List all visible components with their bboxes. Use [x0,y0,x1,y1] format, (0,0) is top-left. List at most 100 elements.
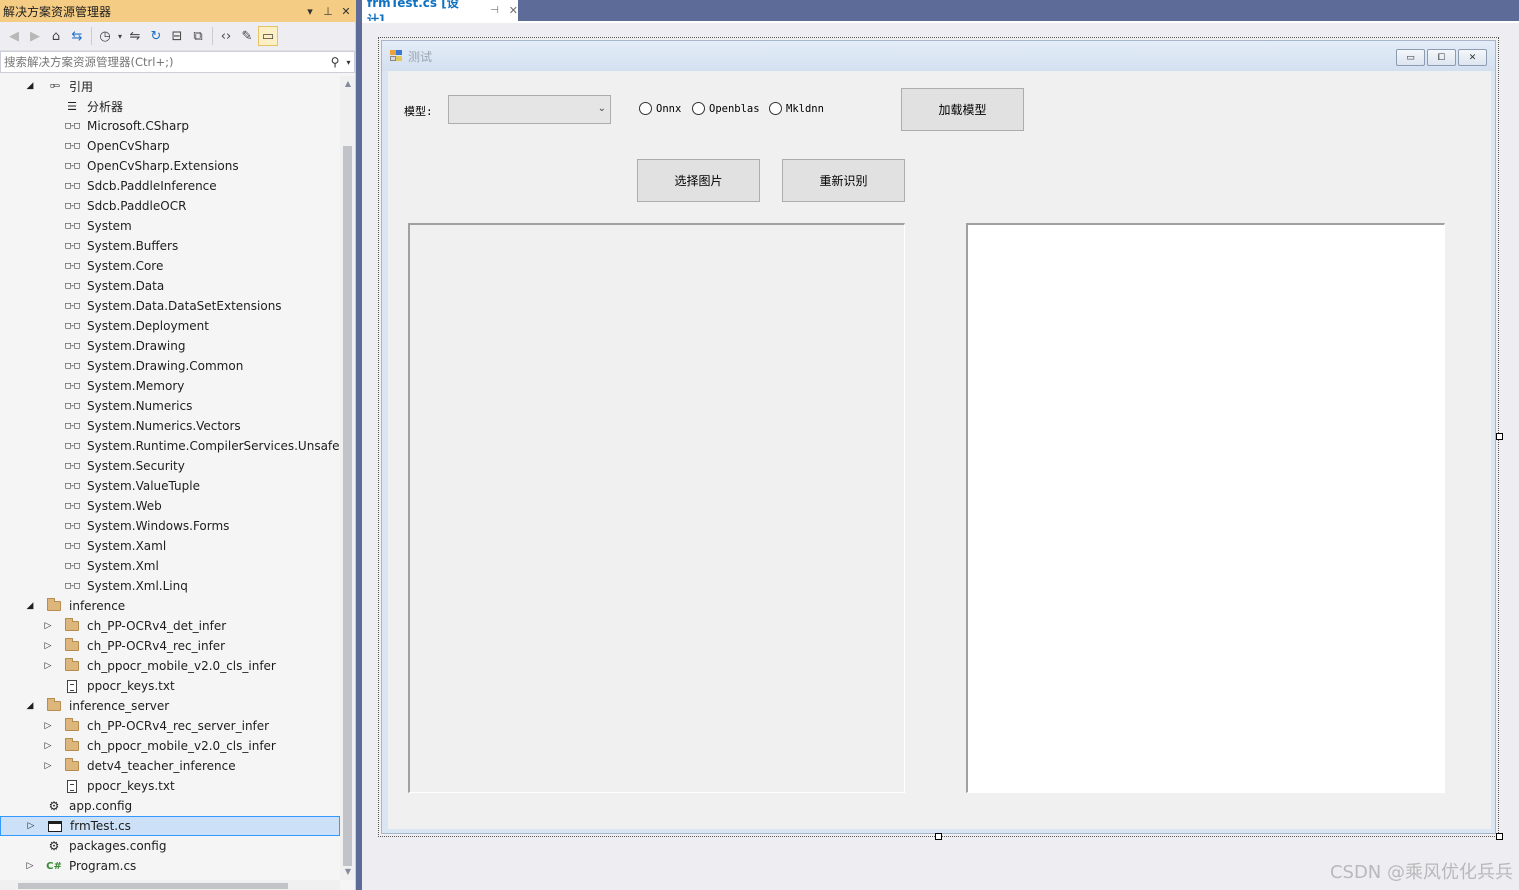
search-input[interactable] [1,55,327,69]
tree-item[interactable]: ppocr_keys.txt [0,776,340,796]
collapsed-chevron-icon[interactable]: ▷ [42,661,54,671]
forward-icon[interactable]: ▶ [25,26,45,46]
resize-handle-corner[interactable] [1496,833,1503,840]
tree-item[interactable]: □-□ OpenCvSharp.Extensions [0,156,340,176]
tree-item[interactable]: □-□ OpenCvSharp [0,136,340,156]
tree-item[interactable]: □-□ System.Memory [0,376,340,396]
horizontal-scroll-thumb[interactable] [18,883,288,889]
view-code-icon[interactable]: ‹› [216,26,236,46]
tree-item[interactable]: □-□ System.Numerics [0,396,340,416]
tree-item[interactable]: □-□ System.Xml [0,556,340,576]
tree-item[interactable]: □-□ System.Web [0,496,340,516]
tree-item[interactable]: □-□ System.Drawing.Common [0,356,340,376]
expanded-chevron-icon[interactable]: ◢ [24,81,36,91]
collapsed-chevron-icon[interactable]: ▷ [42,641,54,651]
radio-openblas[interactable]: Openblas [692,102,760,115]
tree-item-label: 引用 [69,79,94,94]
tree-item[interactable]: □-□ System.Data.DataSetExtensions [0,296,340,316]
load-model-button[interactable]: 加载模型 [901,88,1024,131]
vertical-scrollbar[interactable]: ▲ ▼ [340,76,355,880]
tab-frmtest-design[interactable]: frmTest.cs [设计] ⊣ ✕ [362,0,518,27]
collapsed-chevron-icon[interactable]: ▷ [42,721,54,731]
close-icon[interactable]: ✕ [337,5,355,18]
expanded-chevron-icon[interactable]: ◢ [24,701,36,711]
radio-circle[interactable] [769,102,782,115]
preview-selected-items-icon[interactable]: ▭ [258,26,278,46]
tree-item[interactable]: □-□ System.Buffers [0,236,340,256]
rerecognize-button[interactable]: 重新识别 [782,159,905,202]
expanded-chevron-icon[interactable]: ◢ [24,601,36,611]
close-icon[interactable]: ✕ [1458,49,1487,66]
tree-item[interactable]: ▷ ch_ppocr_mobile_v2.0_cls_infer [0,656,340,676]
window-position-dropdown-icon[interactable]: ▾ [301,5,319,18]
tree-item[interactable]: □-□ Microsoft.CSharp [0,116,340,136]
collapsed-chevron-icon[interactable]: ▷ [42,621,54,631]
tree-item[interactable]: ▷ ch_PP-OCRv4_det_infer [0,616,340,636]
tab-close-icon[interactable]: ✕ [509,4,518,17]
pin-icon[interactable]: ⊥ [319,5,337,18]
collapsed-chevron-icon[interactable]: ▷ [24,861,36,871]
maximize-icon[interactable]: ⧠ [1427,49,1456,66]
collapsed-chevron-icon[interactable]: ▷ [42,741,54,751]
properties-wrench-icon[interactable]: ✎ [237,26,257,46]
show-all-files-icon[interactable]: ⧉ [188,26,208,46]
chevron-down-icon[interactable]: ⌄ [598,103,606,114]
resize-handle-right[interactable] [1496,433,1503,440]
tree-item[interactable]: □-□ System.Core [0,256,340,276]
radio-circle[interactable] [692,102,705,115]
tree-item[interactable]: ◢ inference [0,596,340,616]
collapsed-chevron-icon[interactable]: ▷ [42,761,54,771]
search-options-dropdown-icon[interactable]: ▾ [343,58,354,67]
tree-item[interactable]: ◢ ▫▭ 引用 [0,76,340,96]
dropdown-arrow-icon[interactable]: ▾ [116,26,124,46]
tree-item[interactable]: ▷ ch_PP-OCRv4_rec_infer [0,636,340,656]
tree-item[interactable]: □-□ System.ValueTuple [0,476,340,496]
scroll-up-icon[interactable]: ▲ [340,76,355,92]
tree-item[interactable]: □-□ System.Data [0,276,340,296]
minimize-icon[interactable]: ▭ [1396,49,1425,66]
pending-changes-filter-icon[interactable]: ◷ [95,26,115,46]
radio-circle[interactable] [639,102,652,115]
tree-item[interactable]: ▷ ch_ppocr_mobile_v2.0_cls_infer [0,736,340,756]
model-combobox[interactable]: ⌄ [448,95,611,124]
switch-views-icon[interactable]: ⇆ [67,26,87,46]
tree-item[interactable]: ▷ C# Program.cs [0,856,340,876]
tree-item[interactable]: □-□ System.Xml.Linq [0,576,340,596]
tree-item[interactable]: □-□ System.Windows.Forms [0,516,340,536]
back-icon[interactable]: ◀ [4,26,24,46]
solution-explorer-search[interactable]: ⚲ ▾ [0,51,355,73]
radio-onnx[interactable]: Onnx [639,102,681,115]
tab-pin-icon[interactable]: ⊣ [490,5,499,16]
tree-item[interactable]: □-□ System.Deployment [0,316,340,336]
refresh-icon[interactable]: ↻ [146,26,166,46]
tree-item[interactable]: □-□ System [0,216,340,236]
scroll-thumb[interactable] [343,146,352,866]
tree-item[interactable]: ▷ ch_PP-OCRv4_rec_server_infer [0,716,340,736]
tree-item[interactable]: ppocr_keys.txt [0,676,340,696]
tree-item[interactable]: ☰ 分析器 [0,96,340,116]
tree-item[interactable]: □-□ System.Security [0,456,340,476]
horizontal-scrollbar[interactable] [0,880,340,890]
tree-item[interactable]: □-□ Sdcb.PaddleInference [0,176,340,196]
search-icon[interactable]: ⚲ [327,55,343,69]
radio-mkldnn[interactable]: Mkldnn [769,102,824,115]
tree-item[interactable]: ◢ inference_server [0,696,340,716]
select-image-button[interactable]: 选择图片 [637,159,760,202]
tree-item[interactable]: ▷ detv4_teacher_inference [0,756,340,776]
tree-item[interactable]: ⚙ packages.config [0,836,340,856]
tree-item[interactable]: ⚙ app.config [0,796,340,816]
assembly-reference-icon: □-□ [65,321,79,331]
tree-item[interactable]: □-□ System.Runtime.CompilerServices.Unsaf… [0,436,340,456]
collapse-all-icon[interactable]: ⊟ [167,26,187,46]
designed-form[interactable]: 测试 ▭ ⧠ ✕ 模型: ⌄ Onnx Openblas Mkldnn 加载模型… [378,37,1499,837]
tree-item[interactable]: □-□ Sdcb.PaddleOCR [0,196,340,216]
resize-handle-bottom[interactable] [935,833,942,840]
scroll-down-icon[interactable]: ▼ [340,864,355,880]
tree-item[interactable]: ▷ frmTest.cs [0,816,340,836]
collapsed-chevron-icon[interactable]: ▷ [25,821,37,831]
tree-item[interactable]: □-□ System.Xaml [0,536,340,556]
tree-item[interactable]: □-□ System.Drawing [0,336,340,356]
tree-item[interactable]: □-□ System.Numerics.Vectors [0,416,340,436]
sync-with-document-icon[interactable]: ⇋ [125,26,145,46]
home-icon[interactable]: ⌂ [46,26,66,46]
